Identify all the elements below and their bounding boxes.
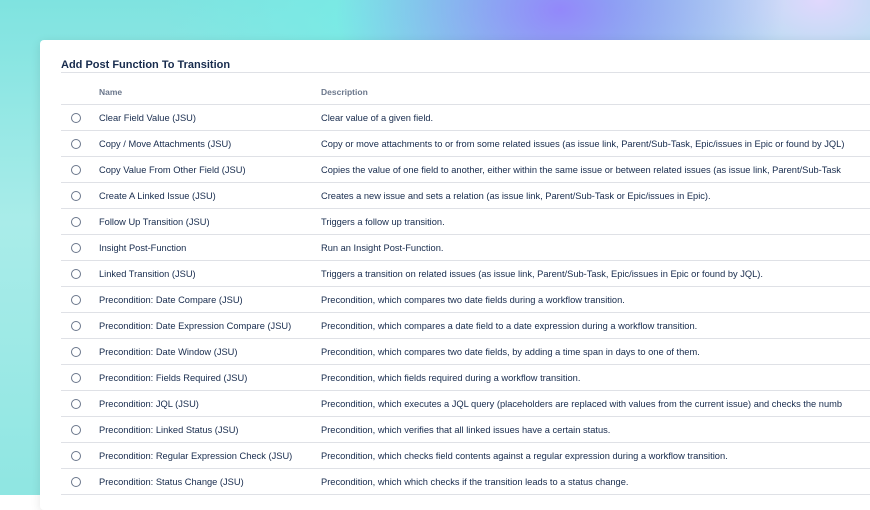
function-name: Precondition: Linked Status (JSU) <box>97 416 319 443</box>
function-name: Copy / Move Attachments (JSU) <box>97 130 319 157</box>
dialog-title: Add Post Function To Transition <box>61 59 231 71</box>
function-name: Precondition: Date Expression Compare (J… <box>97 312 319 339</box>
post-function-table: Name Description Clear Field Value (JSU)… <box>61 80 870 495</box>
table-row[interactable]: Clear Field Value (JSU) Clear value of a… <box>61 104 870 131</box>
column-header-select <box>61 80 97 105</box>
title-divider <box>61 72 870 73</box>
function-description: Copies the value of one field to another… <box>319 156 870 183</box>
table-row[interactable]: Precondition: Status Change (JSU) Precon… <box>61 468 870 495</box>
function-description: Precondition, which fields required duri… <box>319 364 870 391</box>
function-name: Precondition: Fields Required (JSU) <box>97 364 319 391</box>
radio-button[interactable] <box>71 242 81 253</box>
add-post-function-dialog: Add Post Function To Transition Name Des… <box>40 40 870 510</box>
radio-button[interactable] <box>71 294 81 305</box>
function-name: Linked Transition (JSU) <box>97 260 319 287</box>
function-description: Run an Insight Post-Function. <box>319 234 870 261</box>
radio-button[interactable] <box>71 398 81 409</box>
table-row[interactable]: Follow Up Transition (JSU) Triggers a fo… <box>61 208 870 235</box>
table-row[interactable]: Precondition: Date Window (JSU) Precondi… <box>61 338 870 365</box>
function-description: Triggers a transition on related issues … <box>319 260 870 287</box>
function-name: Precondition: Date Window (JSU) <box>97 338 319 365</box>
radio-button[interactable] <box>71 190 81 201</box>
function-name: Precondition: Date Compare (JSU) <box>97 286 319 313</box>
radio-button[interactable] <box>71 450 81 461</box>
table-header-row: Name Description <box>61 80 870 105</box>
table-row[interactable]: Copy / Move Attachments (JSU) Copy or mo… <box>61 130 870 157</box>
function-name: Precondition: Regular Expression Check (… <box>97 442 319 469</box>
function-description: Precondition, which compares two date fi… <box>319 338 870 365</box>
function-description: Copy or move attachments to or from some… <box>319 130 870 157</box>
table-row[interactable]: Precondition: JQL (JSU) Precondition, wh… <box>61 390 870 417</box>
function-description: Precondition, which executes a JQL query… <box>319 390 870 417</box>
radio-button[interactable] <box>71 320 81 331</box>
column-header-name: Name <box>97 80 319 105</box>
function-description: Precondition, which checks field content… <box>319 442 870 469</box>
function-description: Triggers a follow up transition. <box>319 208 870 235</box>
function-description: Precondition, which compares two date fi… <box>319 286 870 313</box>
table-row[interactable]: Precondition: Linked Status (JSU) Precon… <box>61 416 870 443</box>
function-name: Copy Value From Other Field (JSU) <box>97 156 319 183</box>
function-description: Clear value of a given field. <box>319 104 870 131</box>
function-description: Precondition, which which checks if the … <box>319 468 870 495</box>
radio-button[interactable] <box>71 112 81 123</box>
table-row[interactable]: Precondition: Fields Required (JSU) Prec… <box>61 364 870 391</box>
radio-button[interactable] <box>71 268 81 279</box>
radio-button[interactable] <box>71 164 81 175</box>
column-header-description: Description <box>319 80 870 105</box>
function-name: Create A Linked Issue (JSU) <box>97 182 319 209</box>
table-row[interactable]: Linked Transition (JSU) Triggers a trans… <box>61 260 870 287</box>
function-name: Follow Up Transition (JSU) <box>97 208 319 235</box>
table-row[interactable]: Create A Linked Issue (JSU) Creates a ne… <box>61 182 870 209</box>
function-description: Precondition, which verifies that all li… <box>319 416 870 443</box>
radio-button[interactable] <box>71 346 81 357</box>
radio-button[interactable] <box>71 138 81 149</box>
function-name: Precondition: Status Change (JSU) <box>97 468 319 495</box>
function-name: Precondition: JQL (JSU) <box>97 390 319 417</box>
function-description: Creates a new issue and sets a relation … <box>319 182 870 209</box>
function-name: Clear Field Value (JSU) <box>97 104 319 131</box>
table-row[interactable]: Precondition: Date Compare (JSU) Precond… <box>61 286 870 313</box>
function-description: Precondition, which compares a date fiel… <box>319 312 870 339</box>
table-row[interactable]: Precondition: Regular Expression Check (… <box>61 442 870 469</box>
table-row[interactable]: Copy Value From Other Field (JSU) Copies… <box>61 156 870 183</box>
radio-button[interactable] <box>71 424 81 435</box>
table-row[interactable]: Insight Post-Function Run an Insight Pos… <box>61 234 870 261</box>
table-row[interactable]: Precondition: Date Expression Compare (J… <box>61 312 870 339</box>
radio-button[interactable] <box>71 372 81 383</box>
radio-button[interactable] <box>71 476 81 487</box>
function-name: Insight Post-Function <box>97 234 319 261</box>
radio-button[interactable] <box>71 216 81 227</box>
